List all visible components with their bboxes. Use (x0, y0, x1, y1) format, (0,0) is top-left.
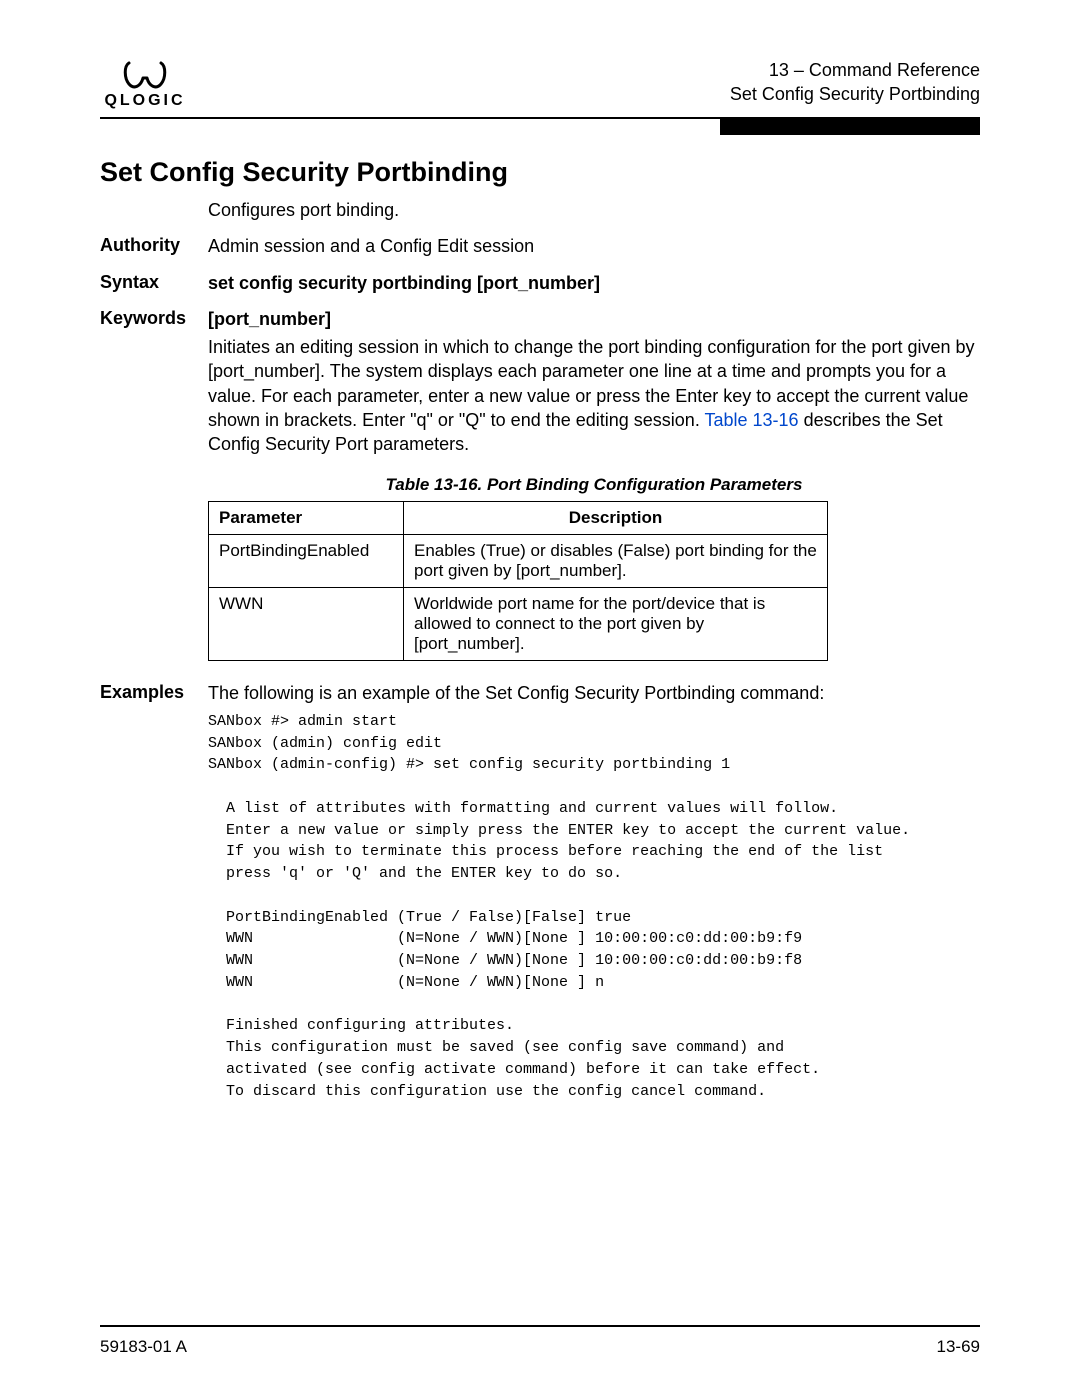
qlogic-mark-icon (121, 60, 169, 90)
parameters-table: Parameter Description PortBindingEnabled… (208, 501, 828, 661)
command-title: Set Config Security Portbinding (100, 157, 980, 188)
logo: QLOGIC (100, 58, 190, 110)
table-cell-desc: Enables (True) or disables (False) port … (404, 534, 828, 587)
header-section: Set Config Security Portbinding (730, 82, 980, 106)
examples-code-block: SANbox #> admin start SANbox (admin) con… (208, 711, 980, 1103)
header-divider-accent (720, 117, 980, 135)
authority-text: Admin session and a Config Edit session (208, 234, 980, 258)
examples-intro: The following is an example of the Set C… (208, 681, 980, 705)
examples-label: Examples (100, 681, 208, 705)
table-header-parameter: Parameter (209, 501, 404, 534)
footer-divider (100, 1325, 980, 1327)
keywords-description: Initiates an editing session in which to… (208, 335, 980, 456)
footer-page-number: 13-69 (937, 1337, 980, 1357)
keywords-label: Keywords (100, 307, 208, 331)
table-header-row: Parameter Description (209, 501, 828, 534)
header-breadcrumb: 13 – Command Reference Set Config Securi… (730, 58, 980, 107)
table-cell-param: WWN (209, 587, 404, 660)
table-cell-desc: Worldwide port name for the port/device … (404, 587, 828, 660)
authority-label: Authority (100, 234, 208, 258)
syntax-label: Syntax (100, 271, 208, 295)
table-row: WWN Worldwide port name for the port/dev… (209, 587, 828, 660)
page-container: QLOGIC 13 – Command Reference Set Config… (0, 0, 1080, 1397)
table-header-description: Description (404, 501, 828, 534)
table-caption: Table 13-16. Port Binding Configuration … (208, 475, 980, 495)
table-reference-link[interactable]: Table 13-16 (705, 410, 799, 430)
header-chapter: 13 – Command Reference (730, 58, 980, 82)
page-header: QLOGIC 13 – Command Reference Set Config… (100, 58, 980, 110)
page-footer: 59183-01 A 13-69 (100, 1337, 980, 1357)
logo-wordmark: QLOGIC (104, 92, 185, 110)
syntax-text: set config security portbinding [port_nu… (208, 271, 980, 295)
table-row: PortBindingEnabled Enables (True) or dis… (209, 534, 828, 587)
intro-text: Configures port binding. (208, 198, 980, 222)
footer-doc-id: 59183-01 A (100, 1337, 187, 1357)
keywords-keyword: [port_number] (208, 307, 980, 331)
header-divider (100, 117, 980, 119)
table-cell-param: PortBindingEnabled (209, 534, 404, 587)
